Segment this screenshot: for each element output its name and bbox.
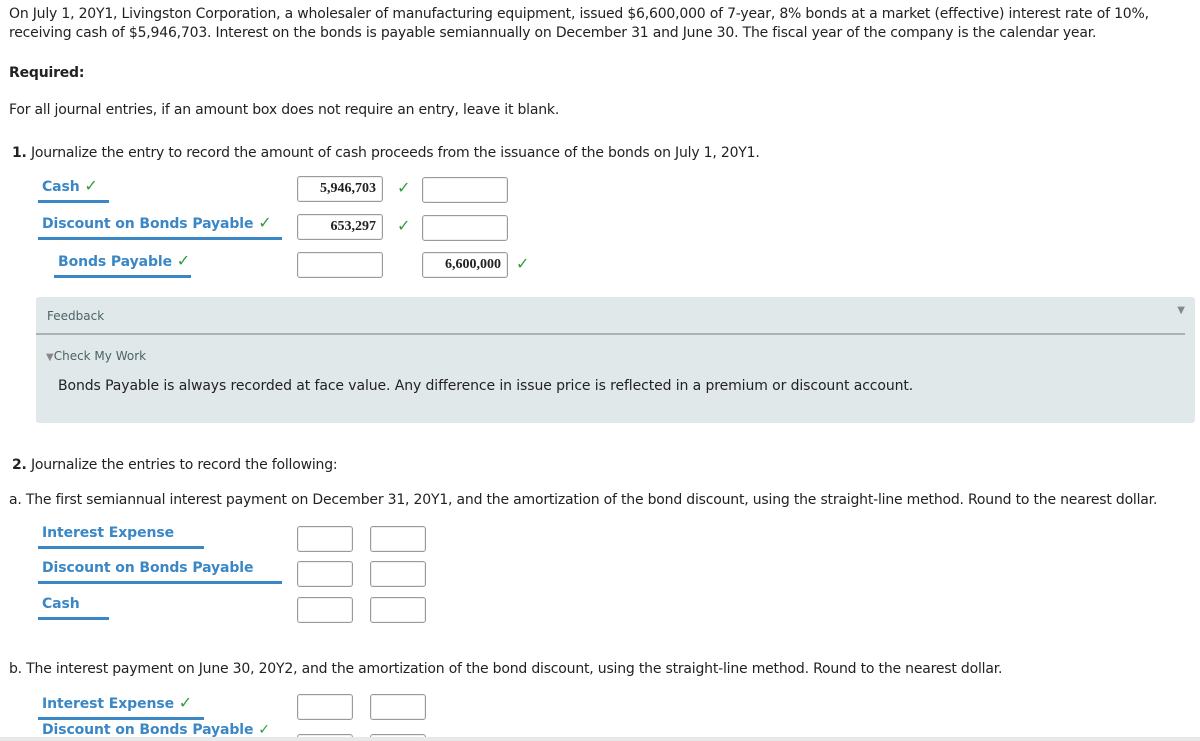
check-icon: ✓ [258,213,272,232]
debit-input-bonds-payable[interactable] [297,252,383,278]
account-select-bonds-payable[interactable]: Bonds Payable ✓ [54,251,191,278]
account-label: Discount on Bonds Payable [42,216,254,232]
part2b-text: b. The interest payment on June 30, 20Y2… [9,661,1003,677]
credit-input-cash[interactable] [422,177,508,203]
required-heading: Required: [9,65,85,81]
account-label: Cash [42,179,80,195]
feedback-divider [36,333,1185,335]
credit-input[interactable] [370,526,426,552]
bottom-edge [0,737,1200,741]
debit-input[interactable] [297,694,353,720]
check-icon: ✓ [178,693,193,712]
part1-question: 1. Journalize the entry to record the am… [12,139,760,167]
check-icon: ✓ [397,216,411,235]
collapse-arrow-icon[interactable]: ▼ [1177,305,1185,316]
part1-number: 1. [12,145,27,161]
check-icon: ✓ [516,254,530,273]
debit-input[interactable] [297,561,353,587]
credit-input[interactable] [370,597,426,623]
feedback-text: Bonds Payable is always recorded at face… [58,378,914,394]
debit-input[interactable] [297,597,353,623]
triangle-down-icon: ▼ [46,352,54,363]
credit-input-bonds-payable[interactable]: 6,600,000 [422,252,508,278]
credit-input[interactable] [370,561,426,587]
intro-line-2: receiving cash of $5,946,703. Interest o… [9,25,1097,41]
check-my-work-label: Check My Work [53,349,147,363]
feedback-panel: Feedback ▼ ▼Check My Work Bonds Payable … [36,297,1195,423]
account-select-interest-expense[interactable]: Interest Expense [38,525,204,549]
account-label: Bonds Payable [58,254,172,270]
part1-question-text: Journalize the entry to record the amoun… [30,145,760,161]
debit-input-cash[interactable]: 5,946,703 [297,176,383,202]
check-icon: ✓ [176,251,191,270]
instruction-text: For all journal entries, if an amount bo… [9,102,560,118]
account-label: Interest Expense [42,696,174,712]
account-select-discount[interactable]: Discount on Bonds Payable [38,560,282,584]
debit-input[interactable] [297,526,353,552]
check-icon: ✓ [84,176,98,195]
part2-question: 2. Journalize the entries to record the … [12,451,338,479]
account-select-discount[interactable]: Discount on Bonds Payable ✓ [38,213,282,240]
part2a-text: a. The first semiannual interest payment… [9,492,1158,508]
account-label: Discount on Bonds Payable [42,722,254,738]
feedback-title: Feedback [47,309,105,323]
account-select-interest-expense[interactable]: Interest Expense ✓ [38,693,204,720]
debit-input-discount[interactable]: 653,297 [297,214,383,240]
check-icon: ✓ [258,722,270,738]
account-select-cash[interactable]: Cash ✓ [38,176,109,203]
credit-input[interactable] [370,694,426,720]
part2-question-text: Journalize the entries to record the fol… [30,457,338,473]
check-my-work-toggle[interactable]: ▼Check My Work [46,349,146,363]
check-icon: ✓ [397,178,411,197]
part2-number: 2. [12,457,27,473]
credit-input-discount[interactable] [422,215,508,241]
account-select-cash[interactable]: Cash [38,596,109,620]
